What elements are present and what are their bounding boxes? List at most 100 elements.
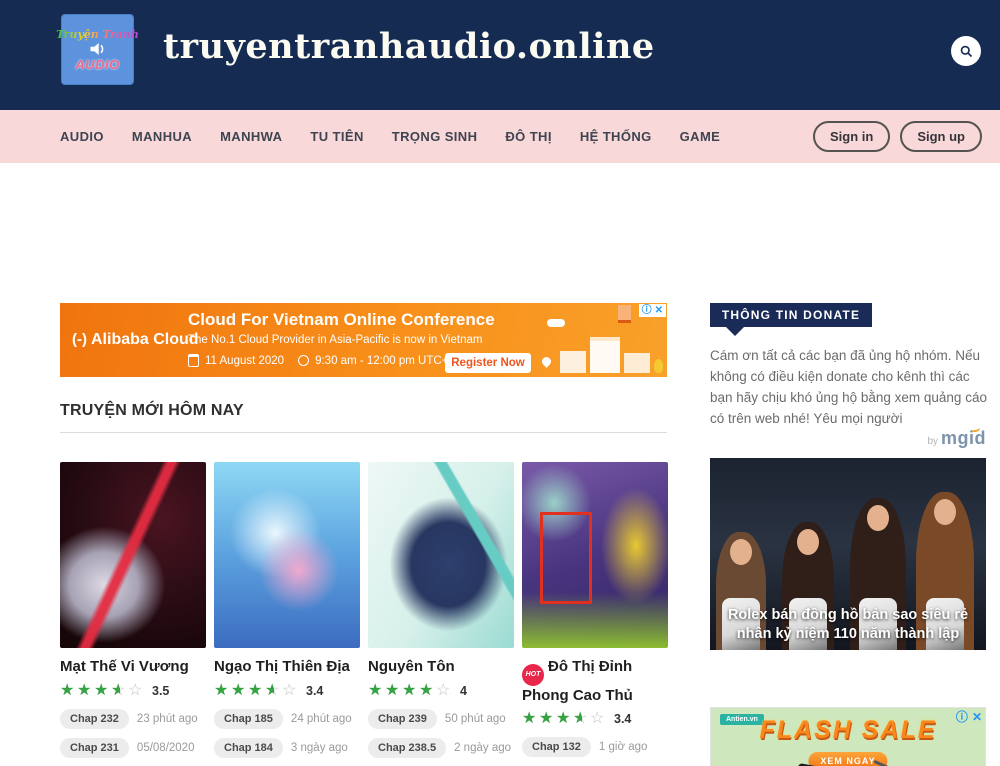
mgid-logo[interactable]: mgid	[941, 428, 986, 448]
star-icon: ☆★	[402, 683, 419, 699]
star-icon: ☆★	[556, 711, 573, 727]
nav-item-he-thong[interactable]: HỆ THỐNG	[580, 129, 652, 144]
star-rating: ☆★☆★☆★☆★☆★	[60, 682, 145, 700]
chapter-time: 1 giờ ago	[599, 741, 647, 753]
chapter-row-1: Chap 185 24 phút ago	[214, 709, 360, 729]
chapter-badge[interactable]: Chap 185	[214, 709, 283, 729]
ad-close-icon[interactable]: ✕	[655, 306, 663, 316]
comic-card: Ngạo Thị Thiên Địa ☆★☆★☆★☆★☆★ 3.4 Chap 1…	[214, 462, 360, 766]
logo-text: Truyện Tranh	[56, 28, 139, 41]
rating-row: ☆★☆★☆★☆★☆★ 3.4	[522, 710, 668, 728]
star-icon: ☆★	[128, 683, 145, 699]
register-now-button[interactable]: Register Now	[445, 353, 531, 373]
star-rating: ☆★☆★☆★☆★☆★	[368, 682, 453, 700]
comic-card: Nguyên Tôn ☆★☆★☆★☆★☆★ 4 Chap 239 50 phút…	[368, 462, 514, 766]
chapter-row-1: Chap 132 1 giờ ago	[522, 737, 668, 757]
main-nav: AUDIO MANHUA MANHWA TU TIÊN TRỌNG SINH Đ…	[0, 110, 1000, 163]
rating-value: 4	[460, 684, 467, 698]
clock-icon	[298, 355, 309, 366]
star-icon: ☆★	[590, 711, 607, 727]
chapter-time: 3 ngày ago	[291, 742, 348, 754]
ad-controls: ⓘ ✕	[956, 711, 982, 723]
star-icon: ☆★	[368, 683, 385, 699]
chapter-badge[interactable]: Chap 232	[60, 709, 129, 729]
nav-item-tu-tien[interactable]: TU TIÊN	[310, 129, 363, 144]
comic-cover-image[interactable]	[214, 462, 360, 648]
star-icon: ☆★	[231, 683, 248, 699]
nav-item-audio[interactable]: AUDIO	[60, 129, 104, 144]
comic-cover-image[interactable]	[60, 462, 206, 648]
ad-close-icon[interactable]: ✕	[972, 711, 982, 723]
site-logo[interactable]: Truyện Tranh AUDIO	[62, 15, 133, 84]
star-icon: ☆★	[77, 683, 94, 699]
chapter-row-2: Chap 231 05/08/2020	[60, 738, 206, 758]
chapter-badge[interactable]: Chap 231	[60, 738, 129, 758]
ad-meta: 11 August 2020 9:30 am - 12:00 pm UTC+07…	[188, 354, 477, 367]
star-icon: ☆★	[60, 683, 77, 699]
rating-value: 3.4	[614, 712, 631, 726]
alibaba-cloud-logo: (-)Alibaba Cloud	[72, 331, 199, 349]
mgid-attribution: bymgid	[710, 428, 986, 449]
ad-fold-decoration	[618, 305, 631, 323]
comic-cover-image[interactable]	[522, 462, 668, 648]
chapter-time: 24 phút ago	[291, 713, 352, 725]
ad-subtitle: The No.1 Cloud Provider in Asia-Pacific …	[188, 334, 482, 346]
chapter-row-1: Chap 239 50 phút ago	[368, 709, 514, 729]
star-icon: ☆★	[265, 683, 282, 699]
flash-sale-ad[interactable]: Antien.vn FLASH SALE XEM NGAY ⓘ ✕	[710, 707, 986, 766]
star-icon: ☆★	[573, 711, 590, 727]
logo-audio-text: AUDIO	[75, 57, 119, 72]
calendar-icon	[188, 354, 199, 367]
search-icon	[959, 44, 974, 59]
ad-info-icon[interactable]: ⓘ	[956, 711, 968, 723]
nav-item-game[interactable]: GAME	[680, 129, 721, 144]
header: Truyện Tranh AUDIO truyentranhaudio.onli…	[0, 0, 1000, 110]
comic-title[interactable]: HOTĐô Thị Đỉnh Phong Cao Thủ	[522, 657, 668, 705]
comic-title[interactable]: Nguyên Tôn	[368, 657, 514, 677]
hot-badge: HOT	[522, 664, 544, 686]
star-rating: ☆★☆★☆★☆★☆★	[522, 710, 607, 728]
star-icon: ☆★	[214, 683, 231, 699]
chapter-time: 50 phút ago	[445, 713, 506, 725]
rating-row: ☆★☆★☆★☆★☆★ 3.5	[60, 682, 206, 700]
comic-cover-image[interactable]	[368, 462, 514, 648]
auth-buttons: Sign in Sign up	[813, 121, 982, 152]
chapter-badge[interactable]: Chap 238.5	[368, 738, 446, 758]
sign-in-button[interactable]: Sign in	[813, 121, 890, 152]
ad-title: Cloud For Vietnam Online Conference	[188, 310, 495, 330]
comic-card: HOTĐô Thị Đỉnh Phong Cao Thủ ☆★☆★☆★☆★☆★ …	[522, 462, 668, 766]
donate-ribbon-tail	[726, 327, 744, 336]
star-icon: ☆★	[111, 683, 128, 699]
nav-item-manhwa[interactable]: MANHWA	[220, 129, 282, 144]
section-title: TRUYỆN MỚI HÔM NAY	[60, 402, 244, 420]
chapter-time: 23 phút ago	[137, 713, 198, 725]
nav-item-trong-sinh[interactable]: TRỌNG SINH	[392, 129, 478, 144]
location-pin-icon	[540, 355, 553, 368]
site-title[interactable]: truyentranhaudio.online	[163, 26, 655, 67]
ad-info-icon[interactable]: ⓘ	[642, 306, 652, 316]
comic-title[interactable]: Ngạo Thị Thiên Địa	[214, 657, 360, 677]
top-ad-banner[interactable]: (-)Alibaba Cloud Cloud For Vietnam Onlin…	[60, 303, 667, 377]
star-icon: ☆★	[522, 711, 539, 727]
star-icon: ☆★	[282, 683, 299, 699]
native-ad[interactable]: Rolex bán đồng hồ bản sao siêu rẻ nhân k…	[710, 458, 986, 650]
chapter-time: 05/08/2020	[137, 742, 195, 754]
sign-up-button[interactable]: Sign up	[900, 121, 982, 152]
chapter-badge[interactable]: Chap 184	[214, 738, 283, 758]
native-ad-caption: Rolex bán đồng hồ bản sao siêu rẻ nhân k…	[710, 606, 986, 644]
flash-sale-title: FLASH SALE	[711, 716, 985, 745]
search-button[interactable]	[951, 36, 981, 66]
chapter-badge[interactable]: Chap 239	[368, 709, 437, 729]
nav-item-manhua[interactable]: MANHUA	[132, 129, 192, 144]
nav-item-do-thi[interactable]: ĐÔ THỊ	[505, 129, 551, 144]
star-icon: ☆★	[94, 683, 111, 699]
ad-controls: ⓘ ✕	[639, 304, 666, 317]
star-rating: ☆★☆★☆★☆★☆★	[214, 682, 299, 700]
buildings-illustration	[560, 337, 663, 373]
star-icon: ☆★	[385, 683, 402, 699]
comic-card-grid: Mạt Thế Vi Vương ☆★☆★☆★☆★☆★ 3.5 Chap 232…	[60, 462, 668, 766]
chapter-badge[interactable]: Chap 132	[522, 737, 591, 757]
chapter-time: 2 ngày ago	[454, 742, 511, 754]
comic-title[interactable]: Mạt Thế Vi Vương	[60, 657, 206, 677]
cloud-icon	[547, 319, 565, 327]
